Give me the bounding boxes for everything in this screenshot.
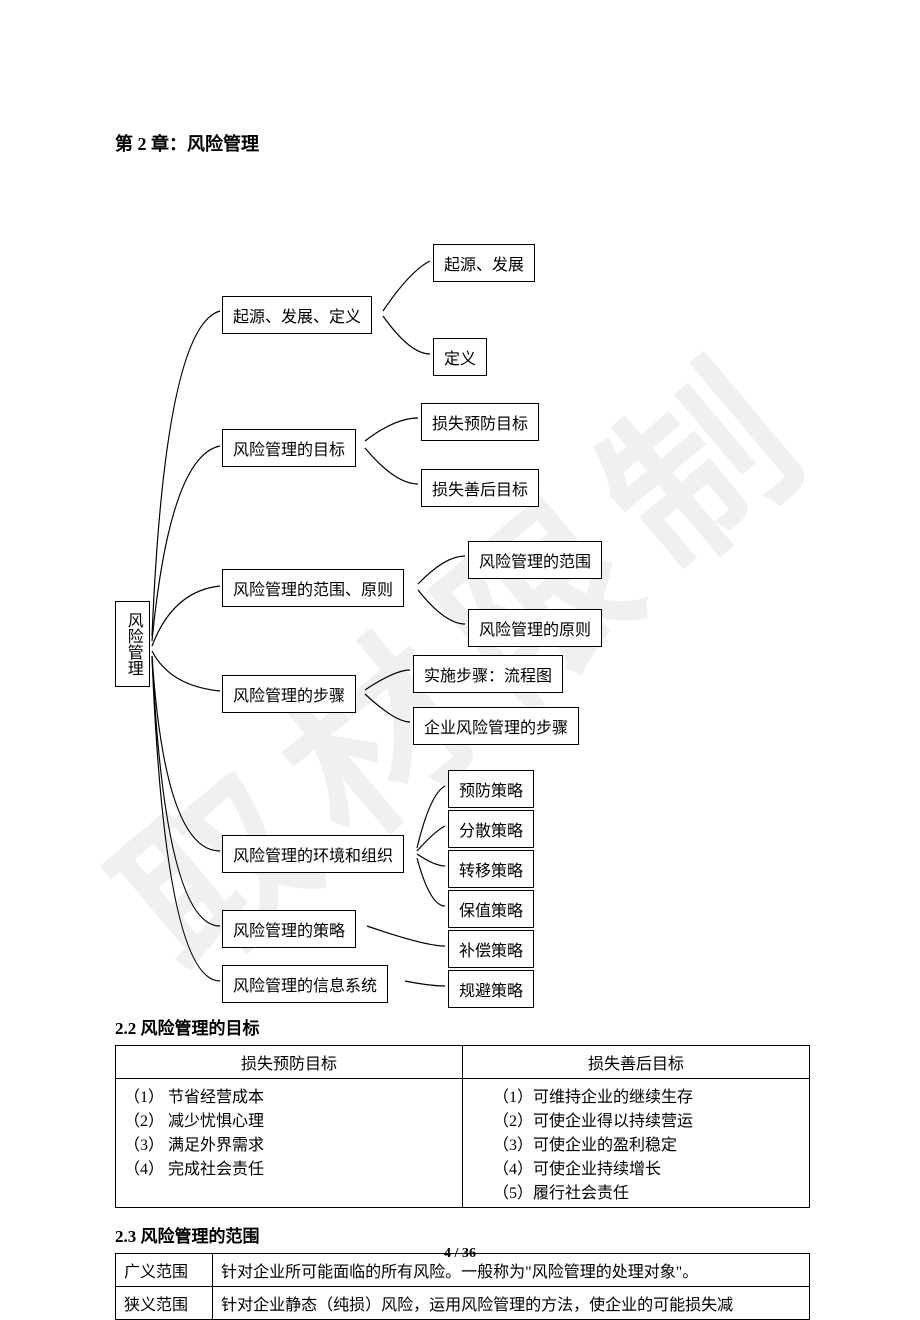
- td-k: 广义范围: [116, 1254, 213, 1287]
- item: （2）可使企业得以持续营运: [493, 1107, 801, 1131]
- td-v: 针对企业所可能面临的所有风险。一般称为"风险管理的处理对象"。: [213, 1254, 810, 1287]
- node-s2: 分散策略: [448, 810, 534, 848]
- node-b4-c2: 企业风险管理的步骤: [413, 707, 579, 745]
- node-b5: 风险管理的环境和组织: [222, 835, 404, 873]
- item: （5）履行社会责任: [493, 1179, 801, 1203]
- item: （1） 节省经营成本: [124, 1083, 454, 1107]
- item: （2） 减少忧惧心理: [124, 1107, 454, 1131]
- node-b2: 风险管理的目标: [222, 429, 356, 467]
- node-b2-c2: 损失善后目标: [421, 469, 539, 507]
- table-row: 广义范围 针对企业所可能面临的所有风险。一般称为"风险管理的处理对象"。: [116, 1254, 810, 1287]
- node-b1-c1: 起源、发展: [433, 244, 535, 282]
- node-s1: 预防策略: [448, 770, 534, 808]
- table-row: 狭义范围 针对企业静态（纯损）风险，运用风险管理的方法，使企业的可能损失减: [116, 1287, 810, 1320]
- th-right: 损失善后目标: [463, 1046, 810, 1079]
- node-b1: 起源、发展、定义: [222, 296, 372, 334]
- section-22-title: 2.2 风险管理的目标: [115, 1014, 810, 1039]
- section-23-title: 2.3 风险管理的范围: [115, 1222, 810, 1247]
- td-right: （1）可维持企业的继续生存 （2）可使企业得以持续营运 （3）可使企业的盈利稳定…: [463, 1079, 810, 1208]
- node-s4: 保值策略: [448, 890, 534, 928]
- root-node: 风险管理: [115, 601, 150, 687]
- node-s3: 转移策略: [448, 850, 534, 888]
- item: （1）可维持企业的继续生存: [493, 1083, 801, 1107]
- item: （4）可使企业持续增长: [493, 1155, 801, 1179]
- node-b6: 风险管理的策略: [222, 910, 356, 948]
- table-23: 广义范围 针对企业所可能面临的所有风险。一般称为"风险管理的处理对象"。 狭义范…: [115, 1253, 810, 1320]
- page-content: 第 2 章：风险管理 风险管理 起源、发展、定义: [0, 0, 920, 1320]
- node-b1-c2: 定义: [433, 338, 487, 376]
- td-v: 针对企业静态（纯损）风险，运用风险管理的方法，使企业的可能损失减: [213, 1287, 810, 1320]
- node-b3-c1: 风险管理的范围: [468, 541, 602, 579]
- node-b3: 风险管理的范围、原则: [222, 569, 404, 607]
- chapter-title: 第 2 章：风险管理: [115, 130, 810, 156]
- node-b3-c2: 风险管理的原则: [468, 609, 602, 647]
- item: （4） 完成社会责任: [124, 1155, 454, 1179]
- th-left: 损失预防目标: [116, 1046, 463, 1079]
- node-b2-c1: 损失预防目标: [421, 403, 539, 441]
- table-22: 损失预防目标 损失善后目标 （1） 节省经营成本 （2） 减少忧惧心理 （3） …: [115, 1045, 810, 1208]
- node-b4: 风险管理的步骤: [222, 675, 356, 713]
- td-k: 狭义范围: [116, 1287, 213, 1320]
- node-s5: 补偿策略: [448, 930, 534, 968]
- item: （3） 满足外界需求: [124, 1131, 454, 1155]
- item: （3）可使企业的盈利稳定: [493, 1131, 801, 1155]
- node-b7: 风险管理的信息系统: [222, 965, 388, 1003]
- td-left: （1） 节省经营成本 （2） 减少忧惧心理 （3） 满足外界需求 （4） 完成社…: [116, 1079, 463, 1208]
- diagram-container: 风险管理 起源、发展、定义 起源、发展 定义 风险管理的目标 损失预防目标 损失…: [115, 186, 810, 996]
- node-b4-c1: 实施步骤：流程图: [413, 655, 563, 693]
- table-row: 损失预防目标 损失善后目标: [116, 1046, 810, 1079]
- table-row: （1） 节省经营成本 （2） 减少忧惧心理 （3） 满足外界需求 （4） 完成社…: [116, 1079, 810, 1208]
- node-s6: 规避策略: [448, 970, 534, 1008]
